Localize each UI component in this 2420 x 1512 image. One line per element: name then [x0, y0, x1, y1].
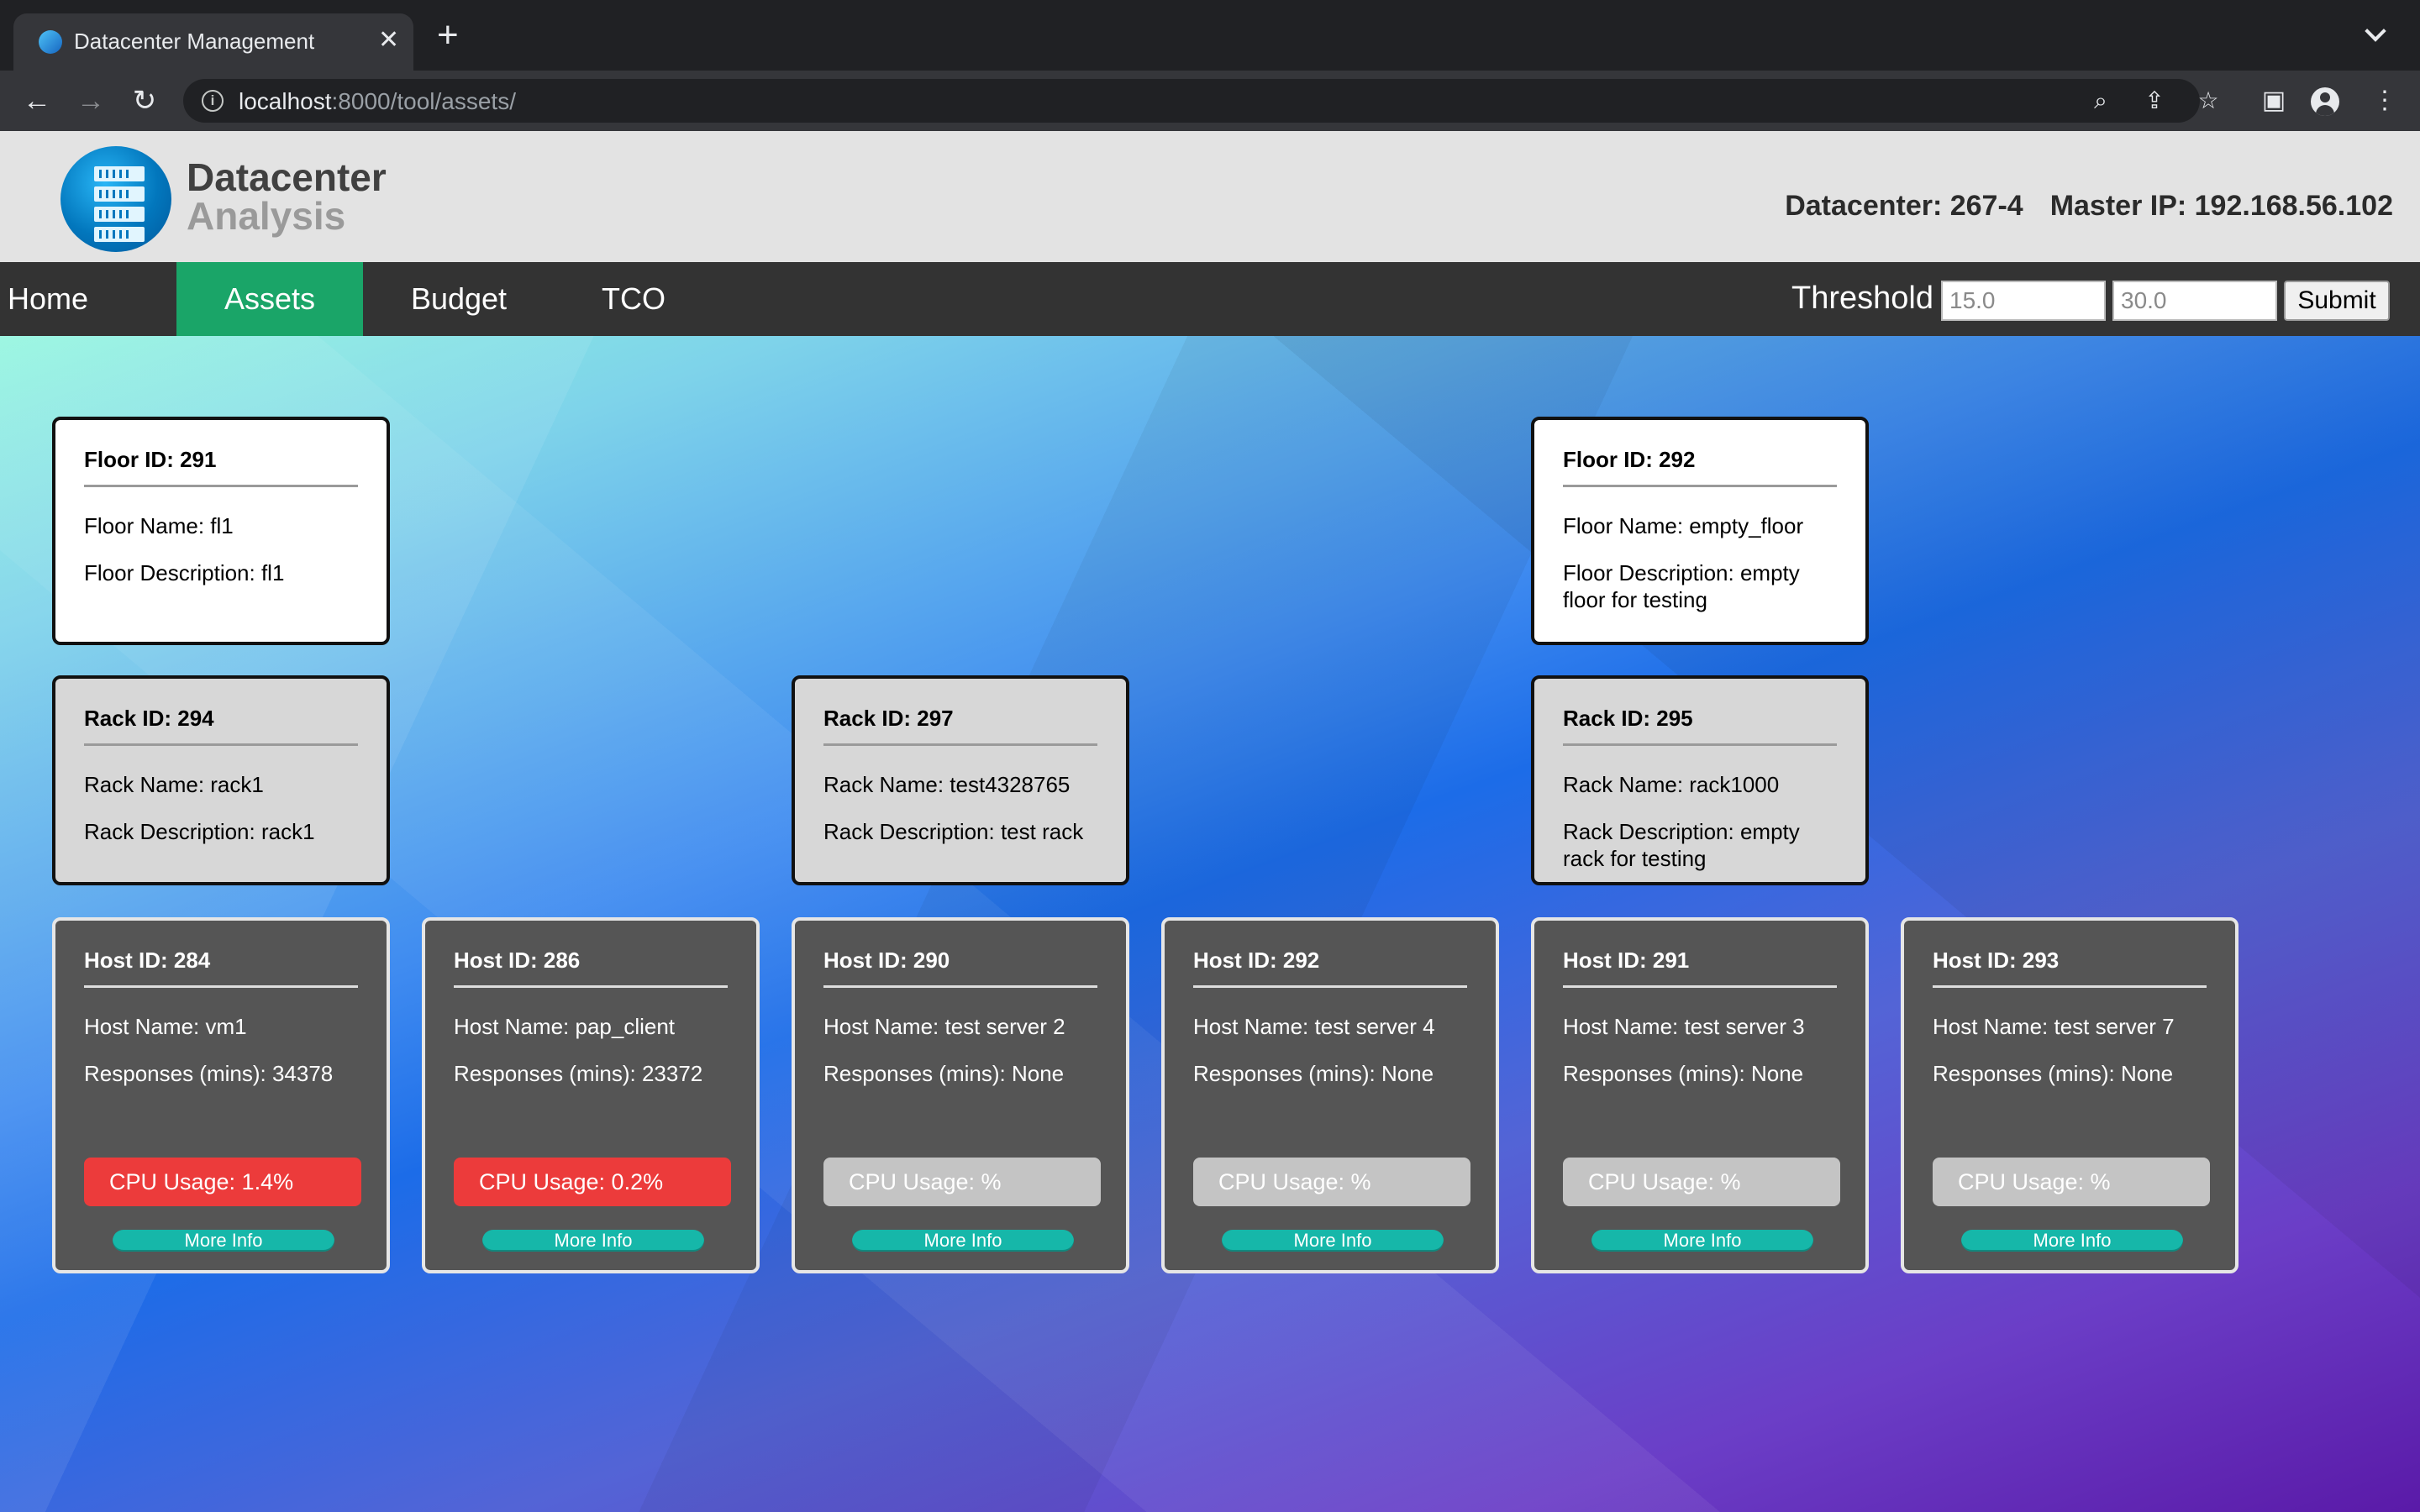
datacenter-id: Datacenter: 267-4 — [1785, 190, 2023, 222]
host-card: Host ID: 284 Host Name: vm1 Responses (m… — [52, 917, 390, 1273]
forward-arrow-icon[interactable]: → — [72, 82, 109, 119]
host-responses: Responses (mins): None — [1933, 1061, 2174, 1086]
threshold-label: Threshold — [1791, 281, 1933, 316]
assets-area: Floor ID: 291 Floor Name: fl1 Floor Desc… — [0, 336, 2420, 1512]
tab-title: Datacenter Management — [74, 29, 315, 54]
floor-name: Floor Name: fl1 — [84, 513, 234, 538]
host-name: Host Name: test server 2 — [823, 1014, 1065, 1039]
master-ip: Master IP: 192.168.56.102 — [2049, 190, 2393, 222]
more-info-button[interactable]: More Info — [1591, 1230, 1813, 1252]
rack-card: Rack ID: 297 Rack Name: test4328765 Rack… — [792, 675, 1129, 885]
cpu-usage-bar: CPU Usage: % — [1933, 1158, 2210, 1206]
cpu-usage-bar: CPU Usage: % — [823, 1158, 1101, 1206]
more-info-button[interactable]: More Info — [852, 1230, 1074, 1252]
browser-tab[interactable]: Datacenter Management ✕ — [13, 13, 413, 71]
rack-description: Rack Description: test rack — [823, 819, 1084, 844]
host-card: Host ID: 286 Host Name: pap_client Respo… — [422, 917, 760, 1273]
logo-server-unit — [94, 186, 145, 202]
rack-id: Rack ID: 294 — [84, 706, 358, 746]
logo-text-analysis: Analysis — [187, 194, 346, 238]
host-card: Host ID: 292 Host Name: test server 4 Re… — [1161, 917, 1499, 1273]
rack-card: Rack ID: 295 Rack Name: rack1000 Rack De… — [1531, 675, 1869, 885]
host-name: Host Name: test server 3 — [1563, 1014, 1805, 1039]
threshold-submit-button[interactable]: Submit — [2284, 281, 2390, 321]
url-host: localhost — [239, 88, 332, 114]
more-info-button[interactable]: More Info — [113, 1230, 334, 1252]
floor-card: Floor ID: 291 Floor Name: fl1 Floor Desc… — [52, 417, 390, 645]
profile-icon[interactable] — [2311, 87, 2339, 116]
host-responses: Responses (mins): None — [1563, 1061, 1804, 1086]
nav-budget[interactable]: Budget — [363, 262, 555, 336]
main-navbar: Home Assets Budget TCO Threshold Submit — [0, 262, 2420, 336]
threshold-high-input[interactable] — [2112, 281, 2277, 321]
back-arrow-icon[interactable]: ← — [18, 82, 55, 119]
rack-description: Rack Description: rack1 — [84, 819, 315, 844]
rack-id: Rack ID: 295 — [1563, 706, 1837, 746]
cpu-usage-bar: CPU Usage: % — [1563, 1158, 1840, 1206]
kebab-menu-icon[interactable]: ⋮ — [2366, 82, 2403, 119]
host-card: Host ID: 290 Host Name: test server 2 Re… — [792, 917, 1129, 1273]
logo-server-icon — [60, 146, 171, 252]
more-info-button[interactable]: More Info — [482, 1230, 704, 1252]
nav-tco[interactable]: TCO — [555, 262, 713, 336]
nav-home[interactable]: Home — [0, 262, 96, 336]
url-text[interactable]: localhost:8000/tool/assets/ — [239, 88, 516, 115]
rack-card: Rack ID: 294 Rack Name: rack1 Rack Descr… — [52, 675, 390, 885]
host-id: Host ID: 291 — [1563, 948, 1837, 988]
logo-server-unit — [94, 207, 145, 222]
floor-name: Floor Name: empty_floor — [1563, 513, 1804, 538]
rack-id: Rack ID: 297 — [823, 706, 1097, 746]
cpu-usage-bar: CPU Usage: 0.2% — [454, 1158, 731, 1206]
rack-name: Rack Name: rack1 — [84, 772, 264, 797]
floor-description: Floor Description: fl1 — [84, 560, 285, 585]
host-id: Host ID: 286 — [454, 948, 728, 988]
nav-assets[interactable]: Assets — [176, 262, 363, 336]
rack-name: Rack Name: rack1000 — [1563, 772, 1780, 797]
host-responses: Responses (mins): 23372 — [454, 1061, 703, 1086]
address-bar[interactable]: i localhost:8000/tool/assets/ ⌕ ⇪ ☆ — [183, 79, 2219, 123]
floor-description: Floor Description: empty floor for testi… — [1563, 560, 1800, 612]
new-tab-plus-icon[interactable]: + — [437, 17, 459, 54]
cpu-usage-bar: CPU Usage: 1.4% — [84, 1158, 361, 1206]
floor-card: Floor ID: 292 Floor Name: empty_floor Fl… — [1531, 417, 1869, 645]
datacenter-info: Datacenter: 267-4 Master IP: 192.168.56.1… — [1785, 190, 2393, 223]
host-name: Host Name: vm1 — [84, 1014, 247, 1039]
floor-id: Floor ID: 292 — [1563, 447, 1837, 487]
host-card: Host ID: 291 Host Name: test server 3 Re… — [1531, 917, 1869, 1273]
zoom-icon[interactable]: ⌕ — [2087, 87, 2114, 114]
host-id: Host ID: 293 — [1933, 948, 2207, 988]
more-info-button[interactable]: More Info — [1222, 1230, 1444, 1252]
site-header: Datacenter Analysis Datacenter: 267-4 Mas… — [0, 131, 2420, 262]
host-id: Host ID: 290 — [823, 948, 1097, 988]
host-responses: Responses (mins): None — [823, 1061, 1065, 1086]
close-tab-icon[interactable]: ✕ — [378, 25, 399, 55]
bookmark-star-icon[interactable]: ☆ — [2195, 87, 2222, 114]
host-id: Host ID: 284 — [84, 948, 358, 988]
more-info-button[interactable]: More Info — [1961, 1230, 2183, 1252]
cpu-usage-bar: CPU Usage: % — [1193, 1158, 1470, 1206]
host-name: Host Name: pap_client — [454, 1014, 676, 1039]
browser-toolbar: ← → ↻ i localhost:8000/tool/assets/ ⌕ ⇪ … — [0, 71, 2420, 131]
host-card: Host ID: 293 Host Name: test server 7 Re… — [1901, 917, 2238, 1273]
host-name: Host Name: test server 7 — [1933, 1014, 2175, 1039]
reload-icon[interactable]: ↻ — [126, 82, 163, 119]
rack-description: Rack Description: empty rack for testing — [1563, 819, 1800, 871]
rack-name: Rack Name: test4328765 — [823, 772, 1071, 797]
logo-server-unit — [94, 166, 145, 181]
host-responses: Responses (mins): 34378 — [84, 1061, 334, 1086]
host-responses: Responses (mins): None — [1193, 1061, 1434, 1086]
favicon-icon — [39, 30, 62, 54]
threshold-low-input[interactable] — [1941, 281, 2106, 321]
side-panel-icon[interactable]: ▣ — [2255, 82, 2292, 119]
url-path: :8000/tool/assets/ — [331, 88, 516, 114]
host-id: Host ID: 292 — [1193, 948, 1467, 988]
site-info-icon[interactable]: i — [202, 90, 224, 112]
host-name: Host Name: test server 4 — [1193, 1014, 1435, 1039]
share-icon[interactable]: ⇪ — [2141, 87, 2168, 114]
floor-id: Floor ID: 291 — [84, 447, 358, 487]
tab-search-chevron-icon[interactable] — [2365, 20, 2386, 42]
browser-tabstrip: Datacenter Management ✕ + — [0, 0, 2420, 71]
logo-server-unit — [94, 227, 145, 242]
